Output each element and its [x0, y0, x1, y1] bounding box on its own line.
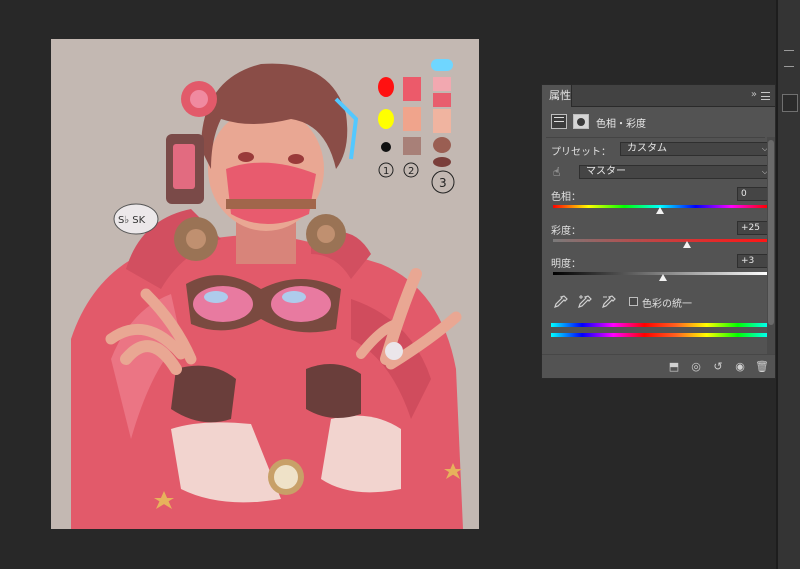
panel-menu-icon[interactable]: [761, 92, 770, 100]
right-dock-strip: [778, 0, 800, 569]
channel-dropdown[interactable]: マスター ⌵: [579, 165, 772, 179]
clip-to-layer-icon[interactable]: ⬒: [667, 360, 681, 374]
artwork-illustration: S♭ SK 1 2 3: [71, 59, 463, 529]
hue-range-bar-top: [551, 323, 769, 327]
dock-mark: [784, 50, 794, 51]
reset-icon[interactable]: ↺: [711, 360, 725, 374]
preset-dropdown[interactable]: カスタム ⌵: [620, 142, 772, 156]
hand-target-icon[interactable]: ☝: [553, 165, 569, 181]
collapse-icon[interactable]: »: [751, 89, 757, 100]
channel-value: マスター: [586, 166, 626, 177]
hue-slider-thumb[interactable]: [656, 207, 664, 214]
saturation-label: 彩度：: [551, 226, 581, 237]
panel-tab-bar: 属性 »: [542, 85, 775, 107]
hue-range-bar-bottom: [551, 333, 769, 337]
dock-mark: [784, 66, 794, 67]
palette-number-2: 2: [408, 166, 414, 177]
palette-number-3: 3: [439, 176, 447, 190]
palette-number-1: 1: [383, 166, 389, 177]
properties-panel: 属性 » 色相・彩度 プリセット： カスタム ⌵ ☝ マスター ⌵ 色相： 0 …: [541, 84, 776, 379]
colorize-checkbox[interactable]: [629, 297, 638, 306]
panel-scrollbar-thumb[interactable]: [768, 140, 774, 325]
tab-properties[interactable]: 属性: [542, 85, 572, 107]
trash-icon[interactable]: 🗑: [755, 360, 769, 374]
panel-footer: ⬒ ◎ ↺ ◉ 🗑: [542, 354, 775, 378]
view-previous-icon[interactable]: ◎: [689, 360, 703, 374]
eye-icon[interactable]: ◉: [733, 360, 747, 374]
hue-label: 色相：: [551, 192, 581, 203]
dock-button[interactable]: [782, 94, 798, 112]
saturation-slider-track[interactable]: [553, 239, 767, 242]
eyedropper-plus-icon[interactable]: [577, 294, 593, 310]
saturation-slider-thumb[interactable]: [682, 241, 691, 248]
eyedropper-minus-icon[interactable]: [601, 294, 617, 310]
adjustment-title: 色相・彩度: [596, 119, 646, 130]
layer-mask-icon[interactable]: [573, 114, 589, 129]
colorize-label: 色彩の統一: [642, 299, 692, 310]
separator: [546, 137, 765, 138]
artwork-sign: S♭ SK: [118, 215, 146, 226]
eyedropper-icon[interactable]: [553, 294, 569, 310]
preset-label: プリセット：: [551, 147, 611, 158]
lightness-slider-thumb[interactable]: [659, 274, 668, 281]
adjustment-header: 色相・彩度: [551, 114, 751, 132]
hue-saturation-icon[interactable]: [551, 114, 567, 129]
preset-value: カスタム: [627, 143, 667, 154]
lightness-label: 明度：: [551, 259, 581, 270]
document-canvas[interactable]: S♭ SK 1 2 3: [51, 39, 479, 529]
